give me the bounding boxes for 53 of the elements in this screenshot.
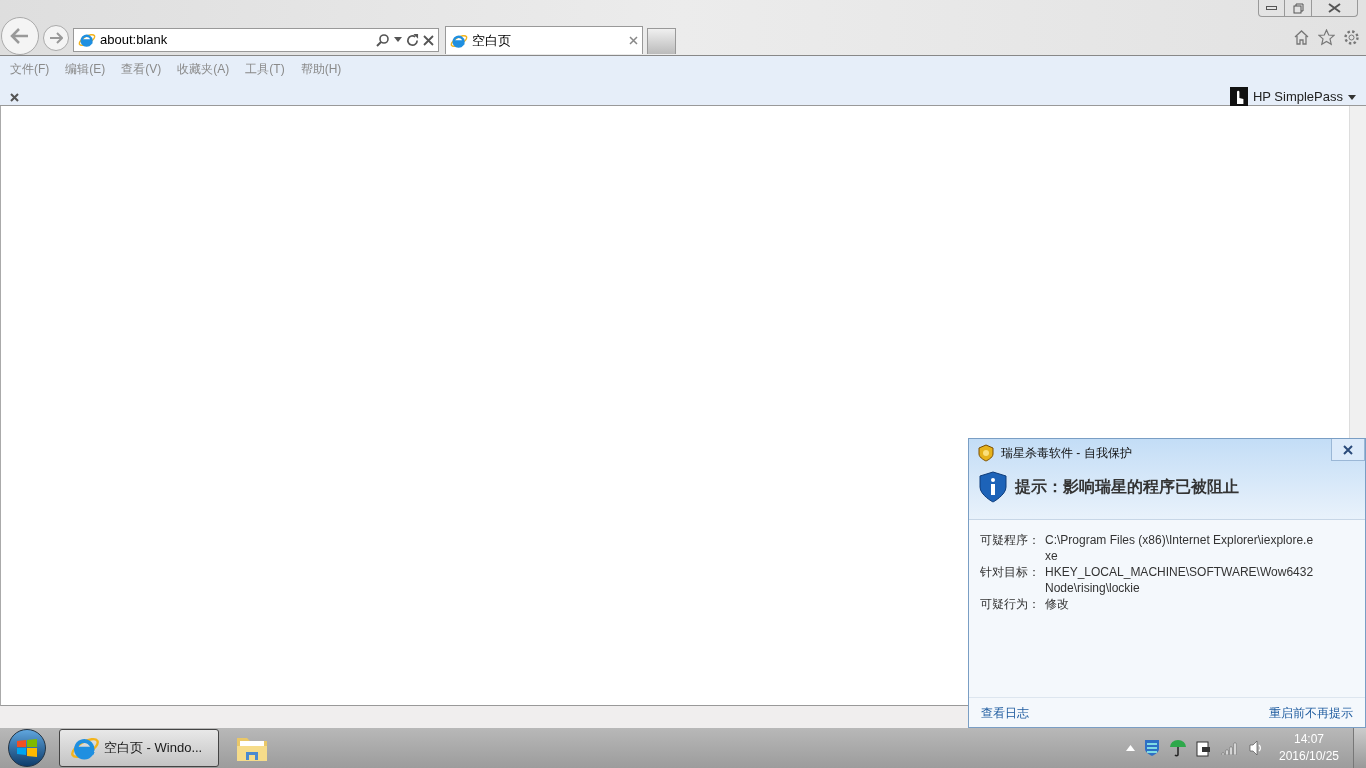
- menu-item[interactable]: 帮助(H): [300, 60, 342, 78]
- caret-icon: [1348, 94, 1356, 100]
- settings-icon[interactable]: [1343, 29, 1360, 46]
- dialog-link[interactable]: 重启前不再提示: [1269, 703, 1353, 722]
- refresh-icon[interactable]: [406, 33, 419, 47]
- umbrella-icon[interactable]: [1169, 739, 1187, 757]
- field-label: 可疑行为：: [980, 596, 1041, 612]
- tab-close-icon[interactable]: [629, 36, 638, 45]
- menu-item[interactable]: 工具(T): [245, 60, 285, 78]
- forward-button[interactable]: [43, 25, 69, 51]
- restore-button[interactable]: [1285, 0, 1311, 17]
- star-icon[interactable]: [1318, 29, 1335, 46]
- home-icon[interactable]: [1293, 29, 1310, 46]
- new-tab-button[interactable]: [647, 28, 676, 54]
- shield-icon[interactable]: [1144, 739, 1160, 757]
- field-label: 针对目标：: [980, 564, 1041, 581]
- dialog-link[interactable]: 查看日志: [981, 703, 1029, 722]
- close-icon[interactable]: [10, 92, 19, 102]
- field-value: HKEY_LOCAL_MACHINE\SOFTWARE\Wow6432Node\rising\lockie: [1045, 564, 1315, 596]
- address-field[interactable]: about:blank: [73, 28, 439, 52]
- browser-logo-icon: [78, 31, 96, 49]
- show-desktop-button[interactable]: [1353, 728, 1366, 768]
- back-button[interactable]: [1, 17, 39, 55]
- restore-icon: [1292, 2, 1304, 14]
- signal-icon[interactable]: [1221, 741, 1239, 755]
- dropdown-icon[interactable]: [394, 37, 402, 43]
- clock[interactable]: 14:07 2016/10/25: [1273, 731, 1345, 765]
- field-value: C:\Program Files (x86)\Internet Explorer\iexplore.exe: [1045, 532, 1315, 564]
- menu-item[interactable]: 查看(V): [121, 60, 162, 78]
- menu-item[interactable]: 收藏夹(A): [177, 60, 230, 78]
- browser-tab[interactable]: 空白页: [445, 26, 643, 54]
- start-button[interactable]: [8, 729, 46, 767]
- menu-item[interactable]: 编辑(E): [65, 60, 106, 78]
- dialog-close-button[interactable]: [1331, 439, 1365, 461]
- field-value: 修改: [1045, 596, 1070, 612]
- menu-item[interactable]: 文件(F): [10, 60, 50, 78]
- dialog-heading: 提示：影响瑞星的程序已被阻止: [1015, 477, 1239, 497]
- taskbar-button[interactable]: 空白页 - Windo...: [59, 729, 219, 767]
- field-label: 可疑程序：: [980, 532, 1041, 549]
- close-button[interactable]: [1311, 0, 1358, 17]
- speaker-icon[interactable]: [1248, 740, 1264, 756]
- stop-icon[interactable]: [423, 34, 434, 46]
- windows-logo-icon: [16, 738, 38, 758]
- search-icon[interactable]: [376, 33, 390, 47]
- minimize-button[interactable]: [1258, 0, 1285, 17]
- address-text: about:blank: [100, 31, 169, 50]
- close-icon: [1343, 444, 1353, 455]
- dialog-title: 瑞星杀毒软件 - 自我保护: [1001, 445, 1133, 462]
- back-arrow-icon: [9, 27, 31, 45]
- forward-arrow-icon: [49, 32, 63, 44]
- show-hidden-icons[interactable]: [1126, 745, 1135, 751]
- close-icon: [1328, 3, 1341, 13]
- info-shield-icon: [979, 471, 1007, 503]
